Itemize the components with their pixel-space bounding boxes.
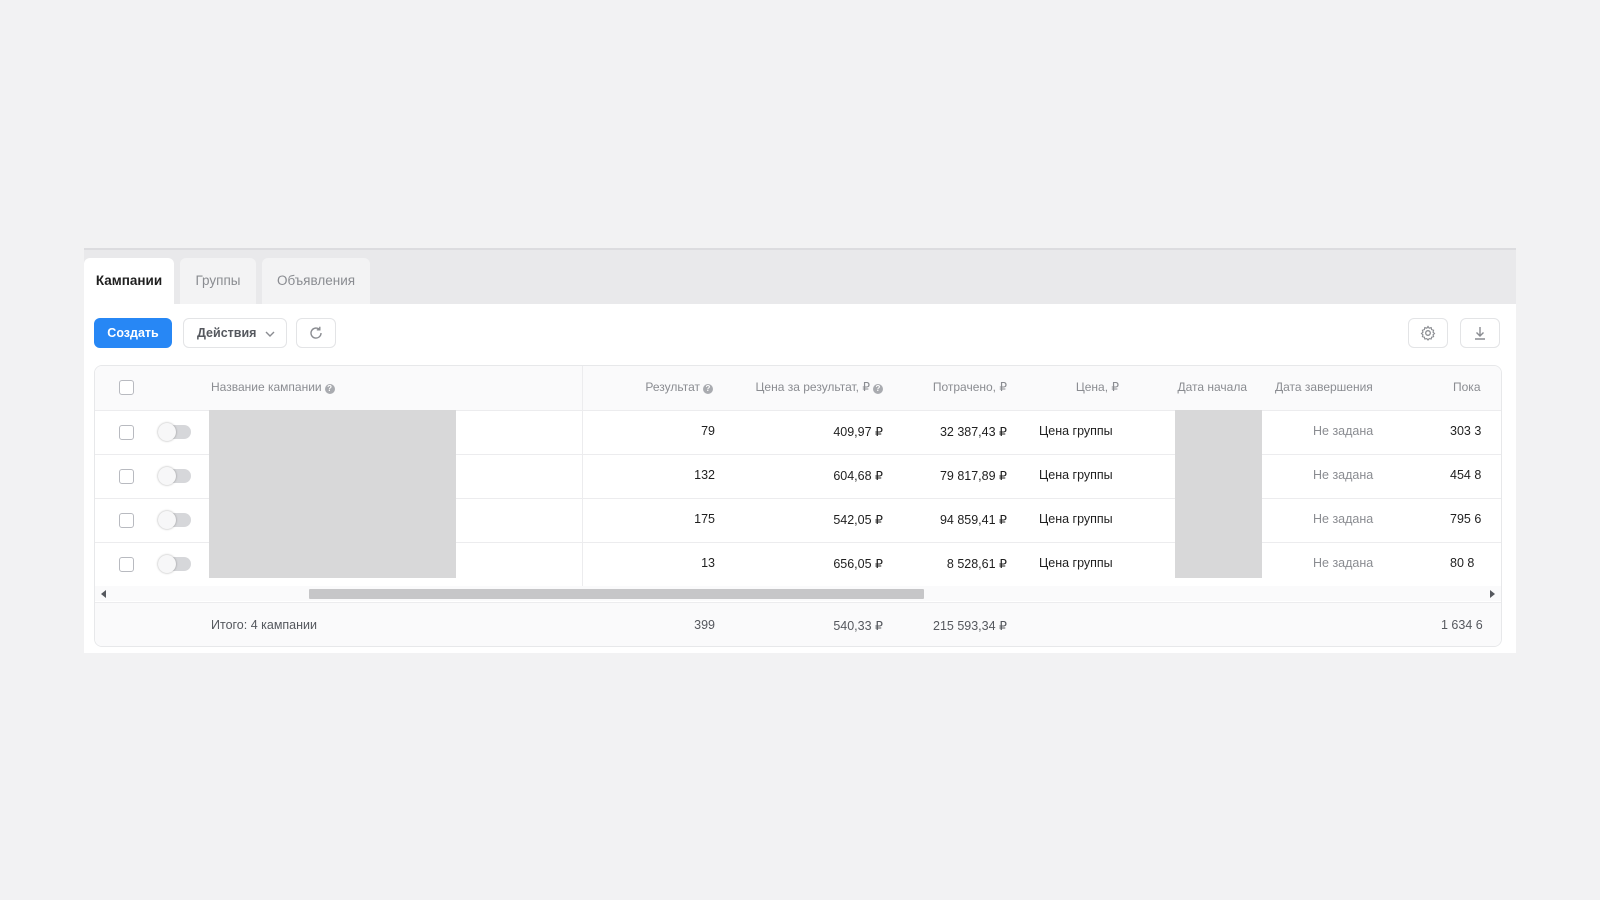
result-cell: 175 — [694, 512, 715, 526]
column-header-result[interactable]: Результат? — [617, 380, 713, 394]
row-checkbox[interactable] — [119, 469, 134, 484]
column-header-impressions[interactable]: Пока — [1453, 380, 1481, 394]
impressions-cell: 80 8 — [1450, 556, 1475, 570]
row-checkbox[interactable] — [119, 425, 134, 440]
scroll-right-arrow-icon[interactable] — [1490, 590, 1495, 598]
tab-bar: Кампании Группы Объявления — [84, 248, 1516, 304]
column-header-price[interactable]: Цена, ₽ — [1019, 380, 1119, 394]
campaigns-panel: Кампании Группы Объявления Создать Дейст… — [84, 248, 1516, 653]
end-date-cell: Не задана — [1313, 512, 1374, 526]
price-cell: Цена группы — [1039, 556, 1113, 570]
totals-result: 399 — [694, 618, 715, 632]
price-per-result-cell: 542,05 ₽ — [833, 513, 883, 527]
result-cell: 13 — [701, 556, 715, 570]
column-header-end-date[interactable]: Дата завершения — [1275, 380, 1373, 394]
refresh-button[interactable] — [296, 318, 336, 348]
end-date-cell: Не задана — [1313, 556, 1374, 570]
impressions-cell: 795 6 — [1450, 512, 1482, 526]
totals-spent: 215 593,34 ₽ — [933, 619, 1007, 633]
campaign-toggle[interactable] — [158, 555, 191, 573]
tab-campaigns[interactable]: Кампании — [84, 258, 174, 304]
redacted-start-dates — [1175, 410, 1262, 578]
table-totals-row: Итого: 4 кампании 399 540,33 ₽ 215 593,3… — [95, 602, 1501, 646]
campaigns-table: Название кампании? Результат? Цена за ре… — [94, 365, 1502, 647]
totals-price-per-result: 540,33 ₽ — [833, 619, 883, 633]
scrollbar-thumb[interactable] — [309, 589, 924, 599]
column-header-price-per-result[interactable]: Цена за результат, ₽? — [735, 380, 883, 394]
refresh-icon — [310, 326, 322, 339]
column-header-name-label: Название кампании — [211, 380, 322, 394]
settings-button[interactable] — [1408, 318, 1448, 348]
chevron-down-icon — [265, 331, 275, 337]
campaign-toggle[interactable] — [158, 511, 191, 529]
impressions-cell: 454 8 — [1450, 468, 1482, 482]
column-header-price-per-result-label: Цена за результат, ₽ — [755, 380, 870, 394]
actions-label: Действия — [197, 326, 257, 340]
column-header-start-date[interactable]: Дата начала — [1147, 380, 1247, 394]
create-button[interactable]: Создать — [94, 318, 172, 348]
help-icon[interactable]: ? — [703, 384, 713, 394]
tab-groups[interactable]: Группы — [180, 258, 256, 304]
column-header-spent[interactable]: Потрачено, ₽ — [907, 380, 1007, 394]
totals-label: Итого: 4 кампании — [211, 618, 318, 632]
actions-dropdown[interactable]: Действия — [183, 318, 287, 348]
horizontal-scrollbar[interactable] — [95, 586, 1501, 601]
impressions-cell: 303 3 — [1450, 424, 1482, 438]
campaign-toggle[interactable] — [158, 423, 191, 441]
price-cell: Цена группы — [1039, 424, 1113, 438]
campaign-toggle[interactable] — [158, 467, 191, 485]
scroll-left-arrow-icon[interactable] — [101, 590, 106, 598]
price-cell: Цена группы — [1039, 512, 1113, 526]
price-per-result-cell: 604,68 ₽ — [833, 469, 883, 483]
price-cell: Цена группы — [1039, 468, 1113, 482]
gear-icon — [1420, 325, 1436, 341]
download-icon — [1475, 327, 1485, 340]
toolbar: Создать Действия — [84, 302, 1516, 362]
price-per-result-cell: 656,05 ₽ — [833, 557, 883, 571]
spent-cell: 79 817,89 ₽ — [939, 469, 1007, 483]
result-cell: 79 — [701, 424, 715, 438]
column-header-name[interactable]: Название кампании? — [211, 380, 335, 394]
end-date-cell: Не задана — [1313, 468, 1374, 482]
help-icon[interactable]: ? — [324, 384, 335, 394]
redacted-campaign-names — [209, 410, 456, 578]
row-checkbox[interactable] — [119, 513, 134, 528]
spent-cell: 8 528,61 ₽ — [946, 557, 1007, 571]
spent-cell: 32 387,43 ₽ — [939, 425, 1007, 439]
help-icon[interactable]: ? — [873, 384, 883, 394]
price-per-result-cell: 409,97 ₽ — [833, 425, 883, 439]
totals-impressions: 1 634 6 — [1441, 618, 1483, 632]
result-cell: 132 — [694, 468, 715, 482]
spent-cell: 94 859,41 ₽ — [939, 513, 1007, 527]
end-date-cell: Не задана — [1313, 424, 1374, 438]
tab-ads[interactable]: Объявления — [262, 258, 370, 304]
select-all-checkbox[interactable] — [119, 380, 134, 395]
download-button[interactable] — [1460, 318, 1500, 348]
row-checkbox[interactable] — [119, 557, 134, 572]
column-header-result-label: Результат — [645, 380, 700, 394]
table-header: Название кампании? Результат? Цена за ре… — [95, 366, 1501, 411]
